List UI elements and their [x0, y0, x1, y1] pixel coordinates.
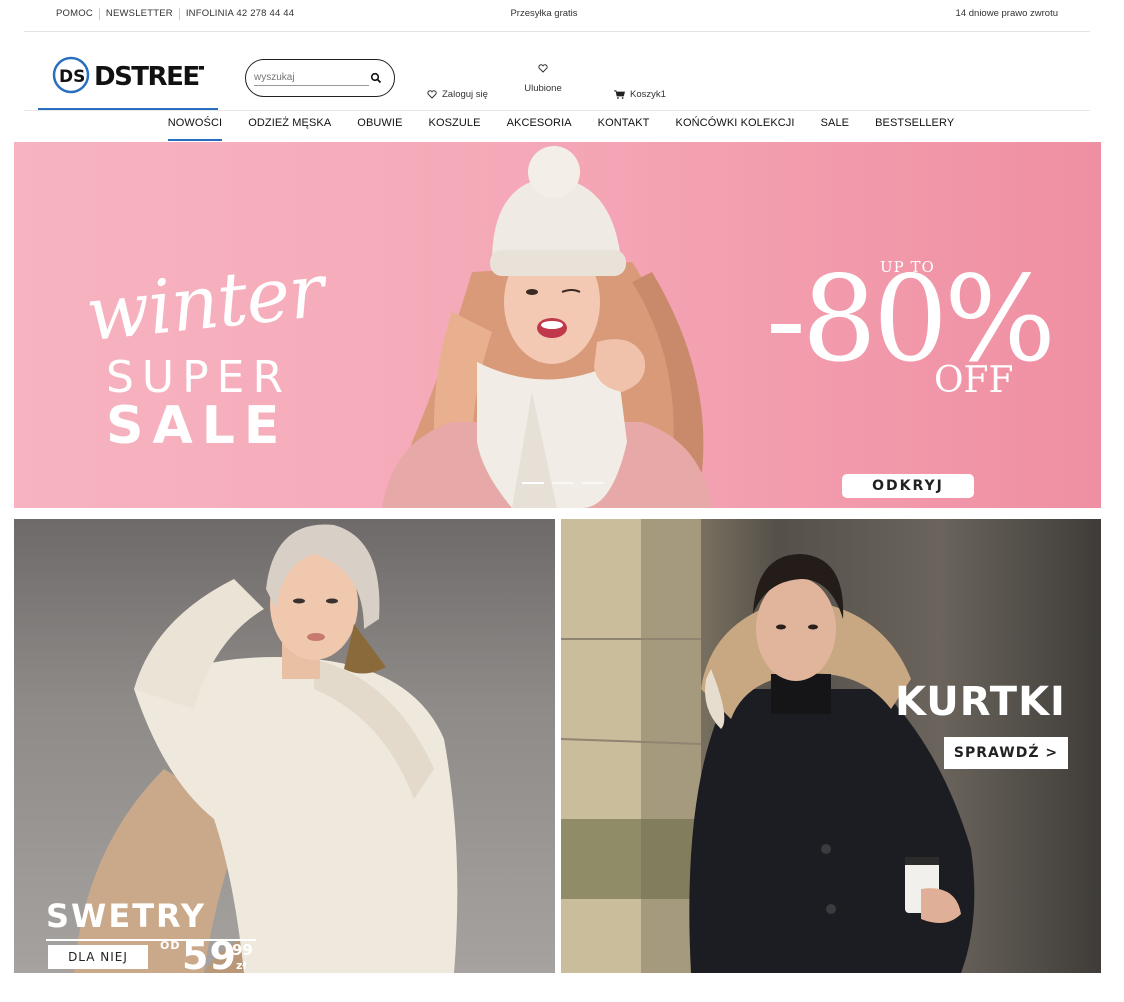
price-cents: 99	[232, 941, 253, 959]
top-bar: POMOC NEWSLETTER INFOLINIA 42 278 44 44 …	[0, 0, 1124, 32]
hero-banner[interactable]: winter SUPER SALE UP TO -80% OFF ODKRYJ	[14, 142, 1101, 508]
hero-script-text: winter	[82, 247, 328, 359]
return-policy-notice[interactable]: 14 dniowe prawo zwrotu	[956, 8, 1058, 19]
price-whole: 59	[182, 934, 237, 973]
hero-headline-line2: SALE	[106, 396, 289, 456]
header-divider	[24, 110, 1090, 111]
hero-cta-button[interactable]: ODKRYJ	[842, 474, 974, 498]
category-tile-swetry[interactable]: SWETRY DLA NIEJ OD 59 99 zł	[14, 519, 555, 973]
login-link[interactable]: Zaloguj się	[427, 89, 488, 100]
cart-label: Koszyk1	[630, 89, 666, 100]
carousel-dot[interactable]	[522, 482, 544, 484]
nav-item-bestsellery[interactable]: BESTSELLERY	[862, 116, 967, 142]
carousel-dot[interactable]	[582, 482, 604, 484]
search-box[interactable]	[245, 59, 395, 97]
carousel-dot[interactable]	[552, 482, 574, 484]
nav-item-sale[interactable]: SALE	[808, 116, 863, 142]
nav-item-nowosci[interactable]: NOWOŚCI	[155, 116, 235, 142]
cart-link[interactable]: Koszyk1	[614, 89, 666, 100]
heart-icon	[427, 90, 437, 99]
sprawdz-button[interactable]: SPRAWDŹ >	[944, 737, 1068, 769]
top-divider	[24, 31, 1090, 32]
tile-title-swetry: SWETRY	[46, 897, 207, 935]
nav-item-odziez-meska[interactable]: ODZIEŻ MĘSKA	[235, 116, 344, 142]
nav-item-akcesoria[interactable]: AKCESORIA	[494, 116, 585, 142]
cart-icon	[614, 90, 625, 99]
favorites-link[interactable]: Ulubione	[520, 64, 566, 94]
nav-item-koncowki-kolekcji[interactable]: KOŃCÓWKI KOLEKCJI	[663, 116, 808, 142]
svg-text:DSTREET: DSTREET	[94, 62, 204, 92]
nav-item-koszule[interactable]: KOSZULE	[416, 116, 494, 142]
svg-text:DS: DS	[59, 67, 85, 87]
search-icon[interactable]	[370, 72, 382, 84]
nav-item-kontakt[interactable]: KONTAKT	[585, 116, 663, 142]
dla-niej-button[interactable]: DLA NIEJ	[48, 945, 148, 969]
site-logo[interactable]: DS DSTREET	[52, 56, 204, 94]
tile-title-kurtki: KURTKI	[895, 679, 1066, 725]
search-input[interactable]	[254, 70, 369, 86]
main-nav: NOWOŚCI ODZIEŻ MĘSKA OBUWIE KOSZULE AKCE…	[0, 116, 1124, 142]
price-prefix: OD	[160, 939, 181, 952]
dstreet-logo-icon: DS DSTREET	[52, 56, 204, 94]
favorites-label: Ulubione	[524, 83, 562, 94]
price-currency: zł	[236, 959, 247, 972]
category-tile-kurtki[interactable]: KURTKI SPRAWDŹ >	[561, 519, 1101, 973]
carousel-dots	[522, 482, 604, 484]
nav-item-obuwie[interactable]: OBUWIE	[344, 116, 415, 142]
login-label: Zaloguj się	[442, 89, 488, 100]
free-shipping-notice: Przesyłka gratis	[510, 8, 578, 19]
heart-icon	[538, 64, 548, 73]
hero-model-image	[382, 146, 712, 508]
hero-off: OFF	[934, 360, 1014, 401]
